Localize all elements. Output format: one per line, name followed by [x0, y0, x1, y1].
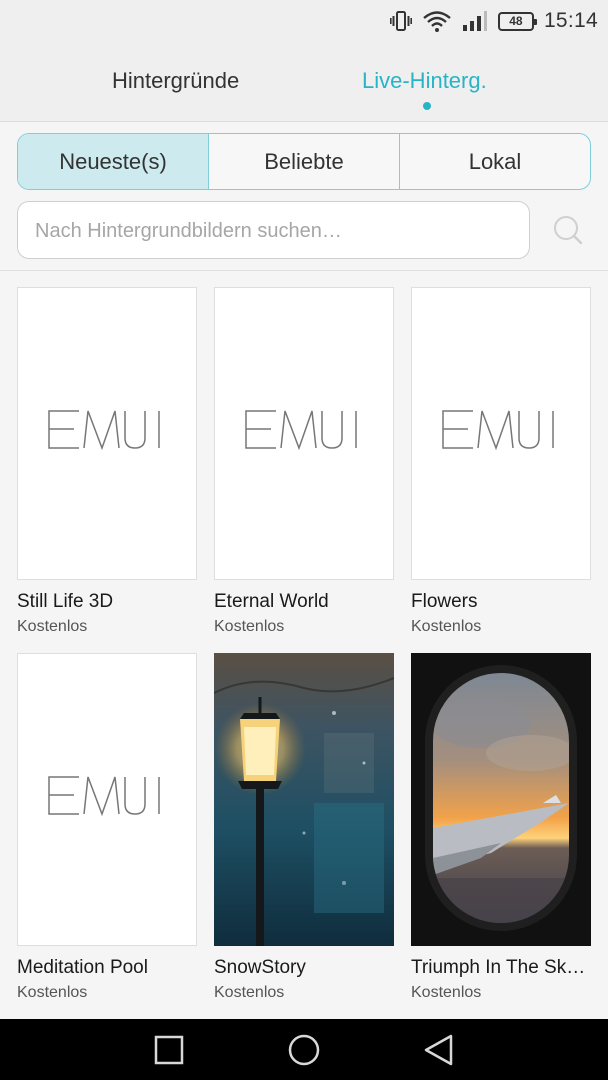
- status-clock: 15:14: [543, 9, 598, 32]
- wallpaper-thumbnail[interactable]: [411, 653, 591, 946]
- active-tab-indicator: [423, 102, 431, 110]
- status-bar: 48 15:14: [0, 0, 608, 42]
- tab-live-hintergruende[interactable]: Live-Hinterg.: [362, 68, 487, 94]
- wallpaper-title: Flowers: [411, 591, 478, 612]
- wallpaper-title: SnowStory: [214, 957, 306, 978]
- wifi-icon: [423, 11, 451, 32]
- emui-logo: [48, 776, 160, 817]
- wallpaper-thumbnail[interactable]: [214, 287, 394, 580]
- emui-logo: [442, 410, 554, 451]
- wallpaper-thumbnail[interactable]: [17, 287, 197, 580]
- wallpaper-thumbnail[interactable]: [17, 653, 197, 946]
- home-icon[interactable]: [287, 1033, 321, 1067]
- filter-local[interactable]: Lokal: [400, 134, 590, 189]
- wallpaper-price: Kostenlos: [214, 984, 285, 1001]
- status-icons: 48 15:14: [389, 8, 598, 34]
- wallpaper-type-tabs: Hintergründe Live-Hinterg.: [0, 42, 608, 122]
- vibrate-icon: [389, 11, 412, 31]
- divider: [0, 270, 608, 271]
- filter-popular[interactable]: Beliebte: [209, 134, 400, 189]
- battery-icon: 48: [497, 11, 537, 31]
- wallpaper-title: Meditation Pool: [17, 957, 148, 978]
- filter-segmented-control: Neueste(s) Beliebte Lokal: [17, 133, 591, 190]
- airplane-window-image: [411, 653, 591, 946]
- back-icon[interactable]: [422, 1033, 456, 1067]
- wallpaper-price: Kostenlos: [411, 984, 482, 1001]
- emui-logo: [245, 410, 357, 451]
- emui-logo: [48, 410, 160, 451]
- filter-newest[interactable]: Neueste(s): [18, 134, 209, 189]
- wallpaper-price: Kostenlos: [17, 984, 88, 1001]
- street-lamp-image: [214, 653, 394, 946]
- navigation-bar: [0, 1019, 608, 1080]
- wallpaper-title: Still Life 3D: [17, 591, 114, 612]
- wallpaper-thumbnail[interactable]: [411, 287, 591, 580]
- wallpaper-title: Eternal World: [214, 591, 329, 612]
- wallpaper-thumbnail[interactable]: [214, 653, 394, 946]
- search-input[interactable]: Nach Hintergrundbildern suchen…: [17, 201, 530, 259]
- signal-icon: [462, 11, 487, 31]
- search-icon[interactable]: [552, 214, 584, 246]
- wallpaper-price: Kostenlos: [411, 618, 482, 635]
- recent-apps-icon[interactable]: [152, 1033, 186, 1067]
- battery-level: 48: [509, 14, 523, 28]
- wallpaper-price: Kostenlos: [17, 618, 88, 635]
- wallpaper-price: Kostenlos: [214, 618, 285, 635]
- wallpaper-title: Triumph In The Sk…: [411, 957, 586, 978]
- tab-hintergruende[interactable]: Hintergründe: [112, 68, 239, 94]
